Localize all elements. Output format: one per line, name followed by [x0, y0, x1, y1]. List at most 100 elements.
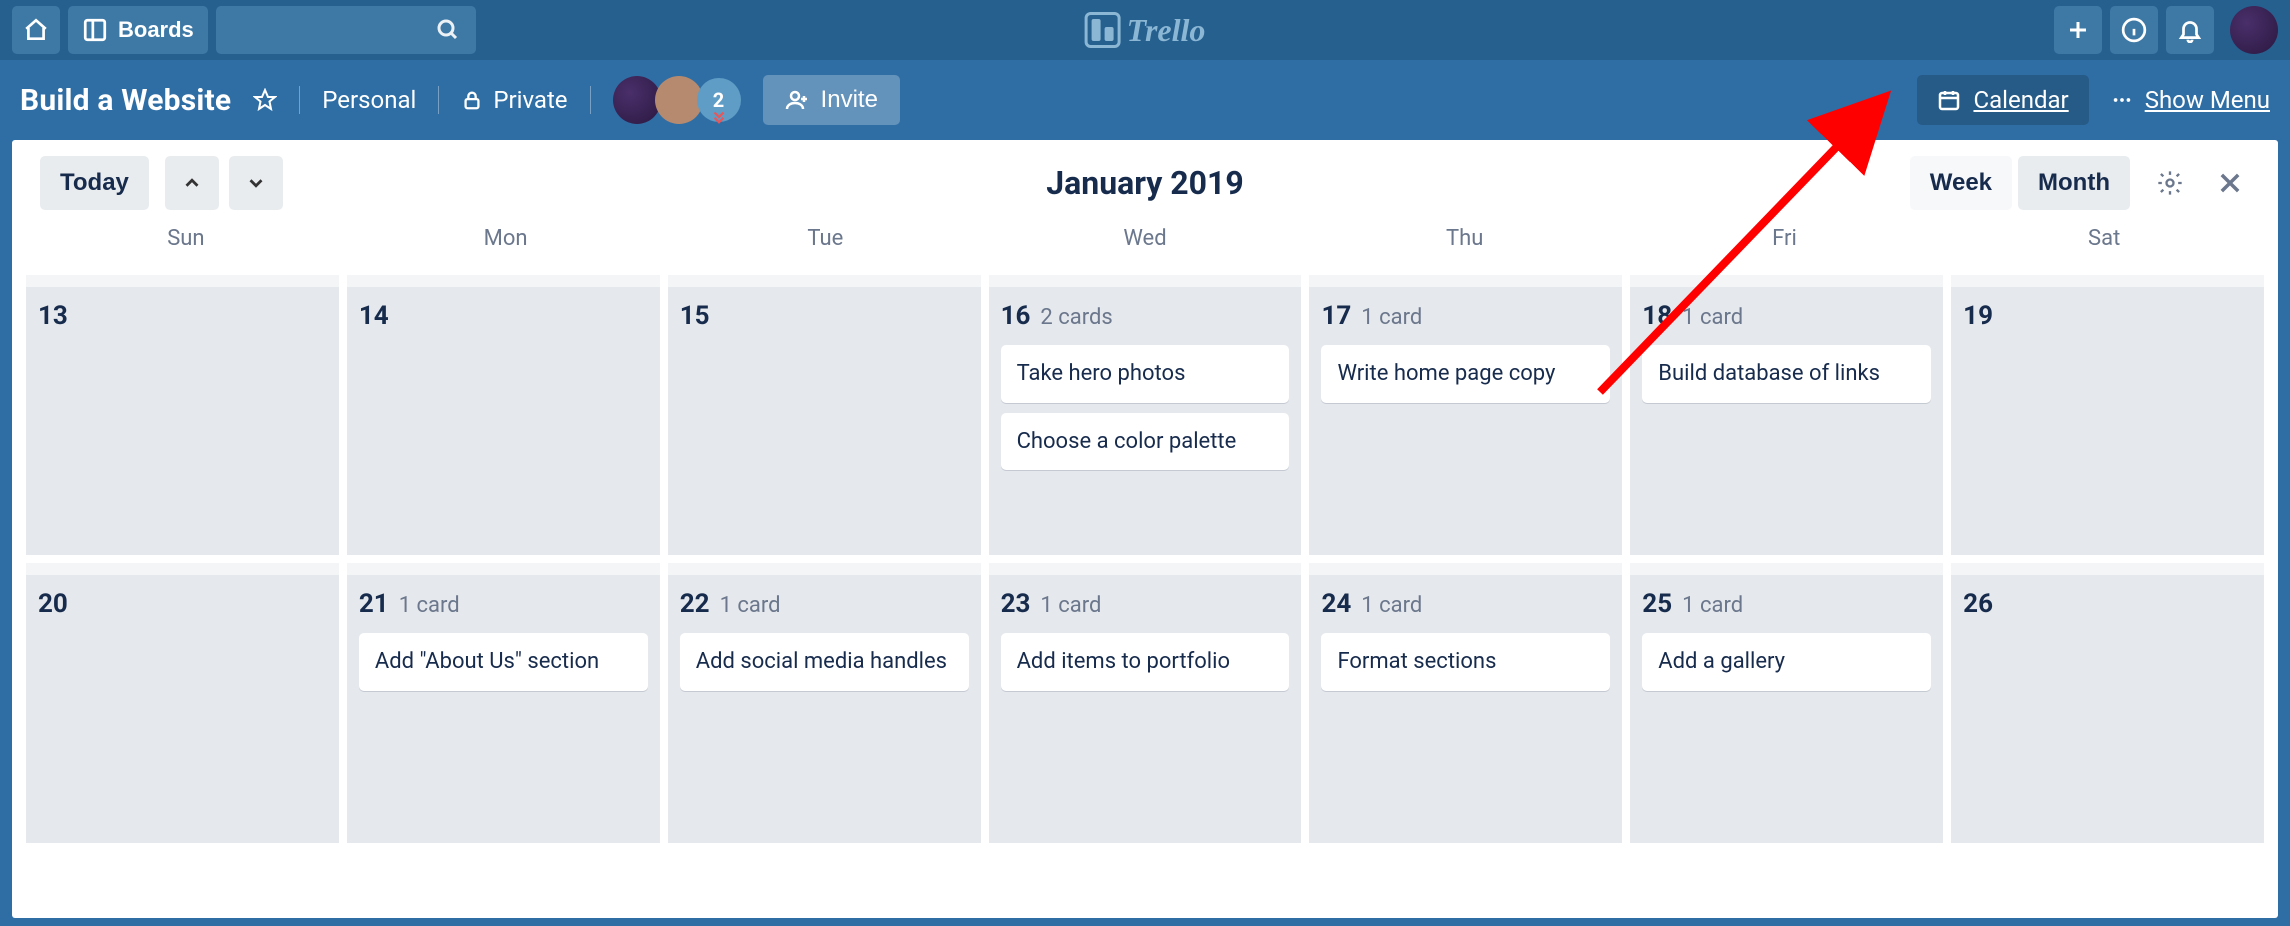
calendar-week: 20211 cardAdd "About Us" section221 card…	[26, 563, 2264, 843]
add-member-icon	[785, 88, 809, 112]
day-number: 15	[680, 301, 710, 331]
calendar-card[interactable]: Add a gallery	[1642, 633, 1931, 691]
next-period-button[interactable]	[229, 156, 283, 210]
boards-label: Boards	[118, 17, 194, 43]
notifications-button[interactable]	[2166, 6, 2214, 54]
calendar-card[interactable]: Write home page copy	[1321, 345, 1610, 403]
day-card-count: 1 card	[1682, 305, 1743, 330]
calendar-powerup-button[interactable]: Calendar	[1917, 75, 2088, 125]
day-number: 16	[1001, 301, 1031, 331]
calendar-day[interactable]: 24 1 card Format sections	[1309, 563, 1622, 843]
calendar-day[interactable]: 17 1 card Write home page copy	[1309, 275, 1622, 555]
weekday-label: Wed	[985, 226, 1305, 267]
add-button[interactable]	[2054, 6, 2102, 54]
month-view-button[interactable]: Month	[2018, 156, 2130, 210]
weekday-header-row: Sun Mon Tue Wed Thu Fri Sat	[12, 226, 2278, 267]
calendar-day[interactable]: 26	[1951, 563, 2264, 843]
calendar-week: 13 14 15 162 cardsTake hero photosChoose a …	[26, 275, 2264, 555]
info-button[interactable]	[2110, 6, 2158, 54]
calendar-settings-button[interactable]	[2150, 163, 2190, 203]
boards-icon	[82, 17, 108, 43]
privacy-label: Private	[493, 86, 567, 114]
day-number: 22	[680, 589, 710, 619]
member-stack: 2	[613, 76, 741, 124]
member-avatar[interactable]	[613, 76, 661, 124]
day-card-count: 1 card	[1361, 305, 1422, 330]
board-title: Build a Website	[20, 83, 231, 118]
lock-icon	[461, 89, 483, 111]
calendar-day[interactable]: 251 cardAdd a gallery	[1630, 563, 1943, 843]
calendar-day[interactable]: 162 cardsTake hero photosChoose a color …	[989, 275, 1302, 555]
trello-logo-text: Trello	[1127, 12, 1206, 49]
home-icon	[23, 17, 49, 43]
chevron-down-icon	[245, 172, 267, 194]
calendar-card[interactable]: Add "About Us" section	[359, 633, 648, 691]
chevrons-down-icon	[710, 108, 728, 126]
weekday-label: Thu	[1305, 226, 1625, 267]
calendar-day[interactable]: 221 cardAdd social media handles	[668, 563, 981, 843]
calendar-day[interactable]: 19	[1951, 275, 2264, 555]
calendar-day[interactable]: 14	[347, 275, 660, 555]
board-header: Build a Website Personal Private 2 Invit…	[0, 60, 2290, 140]
day-number: 14	[359, 301, 389, 331]
show-menu-button[interactable]: Show Menu	[2111, 86, 2270, 114]
weekday-label: Fri	[1625, 226, 1945, 267]
calendar-card[interactable]: Add social media handles	[680, 633, 969, 691]
global-header: Boards Trello	[0, 0, 2290, 60]
day-number: 23	[1001, 589, 1031, 619]
calendar-toolbar: Today January 2019 Week Month	[12, 140, 2278, 226]
close-calendar-button[interactable]	[2210, 163, 2250, 203]
calendar-card[interactable]: Add items to portfolio	[1001, 633, 1290, 691]
calendar-card[interactable]: Take hero photos	[1001, 345, 1290, 403]
divider	[299, 86, 300, 114]
today-button[interactable]: Today	[40, 156, 149, 210]
boards-button[interactable]: Boards	[68, 6, 208, 54]
divider	[590, 86, 591, 114]
search-input[interactable]	[216, 6, 476, 54]
calendar-icon	[1937, 88, 1961, 112]
home-button[interactable]	[12, 6, 60, 54]
day-card-count: 1 card	[1361, 593, 1422, 618]
day-number: 24	[1321, 589, 1351, 619]
search-icon	[436, 18, 460, 42]
calendar-card[interactable]: Build database of links	[1642, 345, 1931, 403]
day-number: 21	[359, 589, 389, 619]
user-avatar[interactable]	[2230, 6, 2278, 54]
prev-period-button[interactable]	[165, 156, 219, 210]
member-count[interactable]: 2	[697, 78, 741, 122]
trello-logo-icon	[1085, 12, 1121, 48]
day-card-count: 1 card	[399, 593, 460, 618]
dots-icon	[2111, 89, 2133, 111]
show-menu-label: Show Menu	[2145, 86, 2270, 114]
day-card-count: 1 card	[1040, 593, 1101, 618]
day-number: 20	[38, 589, 68, 619]
calendar-card[interactable]: Format sections	[1321, 633, 1610, 691]
calendar-day[interactable]: 13	[26, 275, 339, 555]
close-icon	[2216, 169, 2244, 197]
calendar-card[interactable]: Choose a color palette	[1001, 413, 1290, 471]
member-avatar[interactable]	[655, 76, 703, 124]
invite-button[interactable]: Invite	[763, 75, 900, 125]
day-number: 17	[1321, 301, 1351, 331]
week-view-button[interactable]: Week	[1910, 156, 2012, 210]
star-board-button[interactable]	[253, 88, 277, 112]
day-number: 19	[1963, 301, 1993, 331]
calendar-day[interactable]: 23 1 card Add items to portfolio	[989, 563, 1302, 843]
invite-label: Invite	[821, 86, 878, 114]
weekday-label: Tue	[665, 226, 985, 267]
team-visibility-button[interactable]: Personal	[322, 86, 416, 114]
star-icon	[253, 88, 277, 112]
calendar-day[interactable]: 181 cardBuild database of links	[1630, 275, 1943, 555]
trello-logo: Trello	[1085, 12, 1206, 49]
calendar-day[interactable]: 20	[26, 563, 339, 843]
divider	[438, 86, 439, 114]
plus-icon	[2066, 18, 2090, 42]
calendar-day[interactable]: 21 1 card Add "About Us" section	[347, 563, 660, 843]
day-number: 25	[1642, 589, 1672, 619]
calendar-title: January 2019	[1046, 164, 1243, 202]
privacy-button[interactable]: Private	[461, 86, 567, 114]
bell-icon	[2177, 17, 2203, 43]
calendar-day[interactable]: 15	[668, 275, 981, 555]
calendar-label: Calendar	[1973, 86, 2068, 114]
chevron-up-icon	[181, 172, 203, 194]
